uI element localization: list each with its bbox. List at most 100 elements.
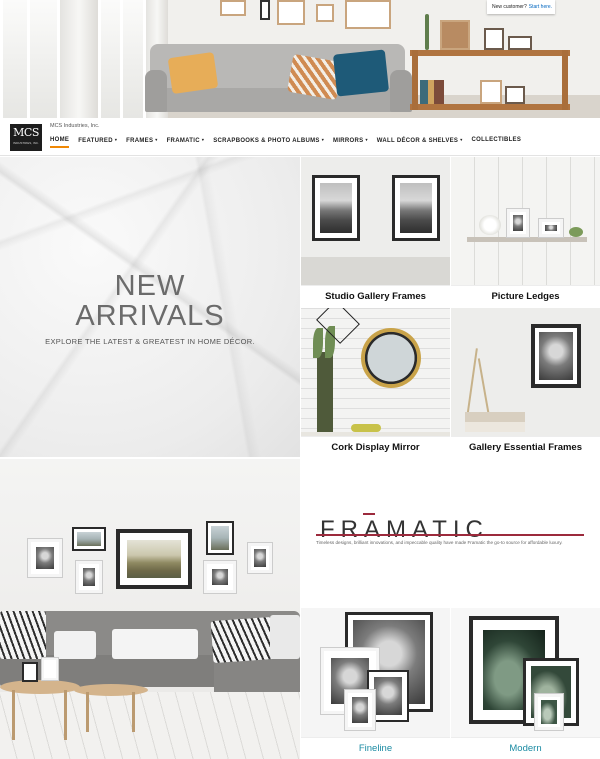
round-mirror — [361, 328, 421, 388]
nav-item-collectibles[interactable]: COLLECTIBLES — [472, 137, 522, 148]
nav-item-label: FRAMES — [126, 138, 154, 144]
photo-art — [212, 569, 228, 585]
frame-image — [72, 527, 106, 551]
nav-item-scrapbooks-photo-albums[interactable]: SCRAPBOOKS & PHOTO ALBUMS ▾ — [213, 137, 324, 148]
portrait-art — [374, 677, 402, 715]
new-arrivals-line2: ARRIVALS — [75, 300, 225, 332]
brand-nav: MCS INDUSTRIES, INC. MCS Industries, Inc… — [0, 118, 600, 156]
wall-frame — [277, 0, 305, 25]
hero-shelf-leg — [412, 50, 418, 110]
nav-item-wall-d-cor-shelves[interactable]: WALL DÉCOR & SHELVES ▾ — [377, 137, 463, 148]
hero-sofa-arm — [390, 70, 412, 112]
tabletop-frame — [42, 658, 58, 680]
brand-logo[interactable]: MCS INDUSTRIES, INC. — [10, 124, 42, 151]
frame-image — [248, 543, 272, 573]
frame-image — [535, 694, 563, 730]
nav-item-frames[interactable]: FRAMES ▾ — [126, 137, 157, 148]
tile-fineline[interactable]: Fineline — [301, 608, 450, 759]
blue-pillow — [332, 49, 390, 97]
photo-art — [545, 225, 557, 231]
caret-down-icon: ▾ — [460, 137, 463, 142]
caret-down-icon: ▾ — [365, 137, 368, 142]
caption-gallery-essential-frames: Gallery Essential Frames — [451, 436, 600, 458]
leaf-art — [541, 700, 557, 724]
nav-item-label: FEATURED — [78, 138, 113, 144]
plant-decor — [569, 227, 583, 237]
photo-art — [77, 532, 101, 546]
caption-studio-gallery-frames: Studio Gallery Frames — [301, 285, 450, 307]
shelf-frame — [480, 80, 502, 104]
mountain-art — [400, 183, 432, 233]
table-leg — [86, 692, 89, 732]
caret-down-icon: ▾ — [201, 137, 205, 142]
new-arrivals-subtitle: EXPLORE THE LATEST & GREATEST IN HOME DÉ… — [45, 337, 255, 346]
tile-gallery-essential-frames[interactable]: Gallery Essential Frames — [451, 308, 600, 458]
window-middle — [98, 0, 146, 118]
nav-item-featured[interactable]: FEATURED ▾ — [78, 137, 117, 148]
nav-item-framatic[interactable]: FRAMATIC ▾ — [167, 137, 205, 148]
company-name: MCS Industries, Inc. — [50, 123, 100, 129]
frame-image — [76, 561, 102, 593]
ledge-shelf — [467, 237, 587, 242]
shelf-frame — [484, 28, 504, 50]
frame-image — [392, 175, 440, 241]
shelf-frame — [505, 86, 525, 104]
caption-modern: Modern — [451, 737, 600, 759]
tile-studio-gallery-frames[interactable]: Studio Gallery Frames — [301, 157, 450, 307]
hero-shelf-leg — [562, 50, 568, 110]
hero-plant — [425, 14, 429, 50]
frame-image — [206, 521, 234, 555]
tabletop-frame — [22, 662, 38, 682]
frame-image — [312, 175, 360, 241]
wall-frame — [316, 4, 334, 22]
nav-item-label: FRAMATIC — [166, 138, 200, 144]
photo-art — [36, 547, 54, 569]
frame-image — [204, 561, 236, 593]
white-pillow — [112, 629, 198, 659]
tile-modern[interactable]: Modern — [451, 608, 600, 759]
striped-pillow — [0, 611, 46, 659]
yellow-pillow — [167, 51, 219, 95]
tile-cork-display-mirror[interactable]: Cork Display Mirror — [301, 308, 450, 458]
frame-image — [539, 219, 563, 237]
window-left — [0, 0, 60, 118]
new-arrivals-line1: NEW — [114, 270, 186, 302]
hero-sofa-arm — [145, 70, 167, 112]
wall-frame — [220, 0, 246, 16]
plant-leaf — [313, 328, 323, 358]
wall-frame — [260, 0, 270, 20]
caption-fineline: Fineline — [301, 737, 450, 759]
tile-picture-ledges[interactable]: Picture Ledges — [451, 157, 600, 307]
curtain-left — [60, 0, 98, 118]
sofa-top — [301, 257, 450, 285]
nav-item-label: WALL DÉCOR & SHELVES — [376, 138, 459, 144]
new-arrivals-banner[interactable]: NEW ARRIVALS EXPLORE THE LATEST & GREATE… — [0, 157, 300, 457]
plant-stand — [317, 352, 333, 432]
flower-decor — [479, 215, 501, 235]
signin-prompt: New customer? Start here. — [487, 0, 555, 14]
start-here-link[interactable]: Start here. — [529, 4, 552, 10]
caret-down-icon: ▾ — [321, 137, 325, 142]
frame-image — [531, 324, 581, 388]
book-stack — [465, 412, 525, 422]
hero-banner: New customer? Start here. — [0, 0, 600, 118]
nav-item-label: HOME — [50, 137, 70, 143]
landscape-art — [127, 540, 181, 578]
caret-down-icon: ▾ — [155, 137, 158, 142]
hero-books — [420, 80, 444, 104]
room-floor — [0, 692, 300, 759]
shelf-frame — [508, 36, 532, 50]
portrait-art — [352, 697, 368, 723]
framatic-description: Timeless designs, brilliant innovations,… — [316, 540, 563, 545]
logo-text: MCS — [13, 126, 39, 139]
nav-item-mirrors[interactable]: MIRRORS ▾ — [333, 137, 368, 148]
nav-item-home[interactable]: HOME — [50, 137, 70, 148]
table-leg — [12, 690, 15, 740]
caption-picture-ledges: Picture Ledges — [451, 285, 600, 307]
nav-item-label: COLLECTIBLES — [471, 137, 522, 143]
frame-image — [507, 209, 529, 237]
nav-item-label: SCRAPBOOKS & PHOTO ALBUMS — [213, 138, 320, 144]
white-pillow — [54, 631, 96, 659]
frame-image — [345, 690, 375, 730]
photo-art — [211, 526, 229, 550]
